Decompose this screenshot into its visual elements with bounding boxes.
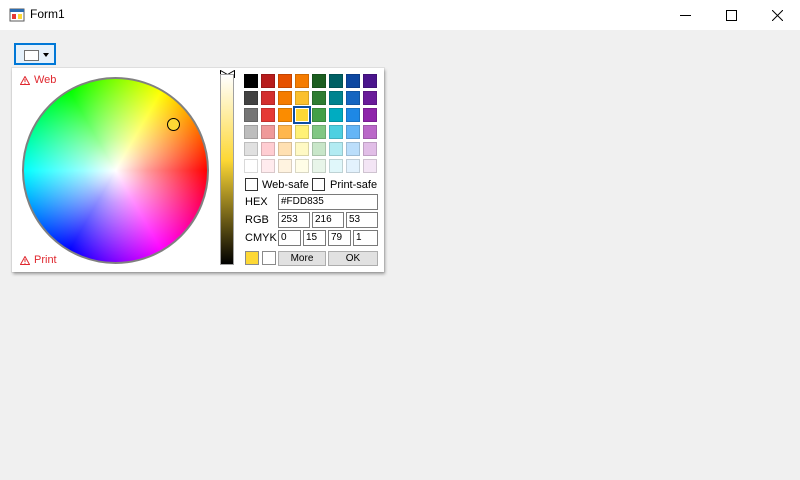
palette-swatch[interactable] (363, 125, 377, 139)
rgb-r-input[interactable]: 253 (278, 212, 310, 228)
color-picker-popup: Web Print Web-safe Print-safe HEX #FDD83… (12, 68, 384, 272)
palette-swatch[interactable] (278, 74, 292, 88)
palette-swatch[interactable] (329, 91, 343, 105)
palette-swatch[interactable] (278, 108, 292, 122)
palette-swatch[interactable] (278, 91, 292, 105)
palette-swatch[interactable] (363, 74, 377, 88)
old-color-preview[interactable] (262, 251, 276, 265)
palette-swatch[interactable] (278, 142, 292, 156)
cmyk-m-input[interactable]: 15 (303, 230, 326, 246)
palette-swatch[interactable] (346, 159, 360, 173)
hex-label: HEX (245, 196, 268, 208)
chevron-down-icon (43, 53, 49, 57)
window-title: Form1 (30, 7, 65, 21)
palette-swatch[interactable] (312, 125, 326, 139)
palette-swatch[interactable] (261, 108, 275, 122)
color-dropdown-button[interactable] (14, 43, 56, 65)
palette-swatch[interactable] (346, 91, 360, 105)
close-icon (772, 10, 783, 21)
palette-swatch[interactable] (346, 108, 360, 122)
rgb-g-input[interactable]: 216 (312, 212, 344, 228)
print-warning-label: Print (34, 254, 57, 266)
minimize-icon (680, 15, 691, 16)
palette-swatch[interactable] (295, 142, 309, 156)
palette-swatch[interactable] (295, 159, 309, 173)
print-warning: Print (20, 254, 57, 266)
palette-swatch[interactable] (329, 108, 343, 122)
palette-swatch[interactable] (312, 91, 326, 105)
palette-swatch[interactable] (329, 125, 343, 139)
palette-swatch[interactable] (261, 74, 275, 88)
palette-swatch[interactable] (312, 108, 326, 122)
palette-swatch[interactable] (261, 91, 275, 105)
palette-swatch[interactable] (295, 74, 309, 88)
palette-swatch[interactable] (244, 125, 258, 139)
palette-swatch[interactable] (363, 159, 377, 173)
palette-swatch[interactable] (312, 159, 326, 173)
palette-swatch[interactable] (278, 125, 292, 139)
palette-swatch[interactable] (244, 91, 258, 105)
palette-swatch[interactable] (244, 108, 258, 122)
palette-swatch[interactable] (346, 142, 360, 156)
cmyk-c-input[interactable]: 0 (278, 230, 301, 246)
web-safe-checkbox[interactable] (245, 178, 258, 191)
cmyk-label: CMYK (245, 232, 277, 244)
minimize-button[interactable] (662, 0, 708, 30)
palette-swatch[interactable] (363, 142, 377, 156)
form-app-icon (9, 8, 25, 22)
palette-swatch[interactable] (329, 159, 343, 173)
palette-swatch[interactable] (312, 74, 326, 88)
palette-swatch[interactable] (363, 108, 377, 122)
current-color-swatch (24, 50, 39, 61)
palette-swatch[interactable] (293, 106, 311, 124)
palette-swatch[interactable] (244, 142, 258, 156)
warning-icon (20, 75, 30, 85)
palette-swatch[interactable] (329, 142, 343, 156)
palette-swatch[interactable] (329, 74, 343, 88)
palette-swatch[interactable] (363, 91, 377, 105)
palette-swatch[interactable] (278, 159, 292, 173)
palette-swatch[interactable] (312, 142, 326, 156)
title-bar: Form1 (0, 0, 800, 30)
palette-swatch[interactable] (261, 142, 275, 156)
new-color-preview (245, 251, 259, 265)
palette-swatch[interactable] (244, 74, 258, 88)
web-safe-label: Web-safe (262, 179, 309, 191)
cmyk-k-input[interactable]: 1 (353, 230, 378, 246)
maximize-icon (726, 10, 737, 21)
palette-swatch[interactable] (295, 91, 309, 105)
maximize-button[interactable] (708, 0, 754, 30)
palette-swatch[interactable] (346, 74, 360, 88)
palette-swatch[interactable] (295, 125, 309, 139)
rgb-label: RGB (245, 214, 269, 226)
palette-swatch[interactable] (261, 159, 275, 173)
palette-swatch[interactable] (244, 159, 258, 173)
palette-swatch[interactable] (346, 125, 360, 139)
web-warning-label: Web (34, 74, 57, 86)
palette-swatch[interactable] (261, 125, 275, 139)
color-wheel[interactable] (22, 77, 209, 264)
cmyk-y-input[interactable]: 79 (328, 230, 351, 246)
warning-icon (20, 255, 30, 265)
print-safe-checkbox[interactable] (312, 178, 325, 191)
web-warning: Web (20, 74, 56, 86)
close-button[interactable] (754, 0, 800, 30)
ok-button[interactable]: OK (328, 251, 378, 266)
color-wheel-marker[interactable] (167, 118, 180, 131)
more-button[interactable]: More (278, 251, 326, 266)
luminance-slider[interactable] (220, 74, 234, 265)
hex-input[interactable]: #FDD835 (278, 194, 378, 210)
print-safe-label: Print-safe (330, 179, 378, 191)
rgb-b-input[interactable]: 53 (346, 212, 378, 228)
